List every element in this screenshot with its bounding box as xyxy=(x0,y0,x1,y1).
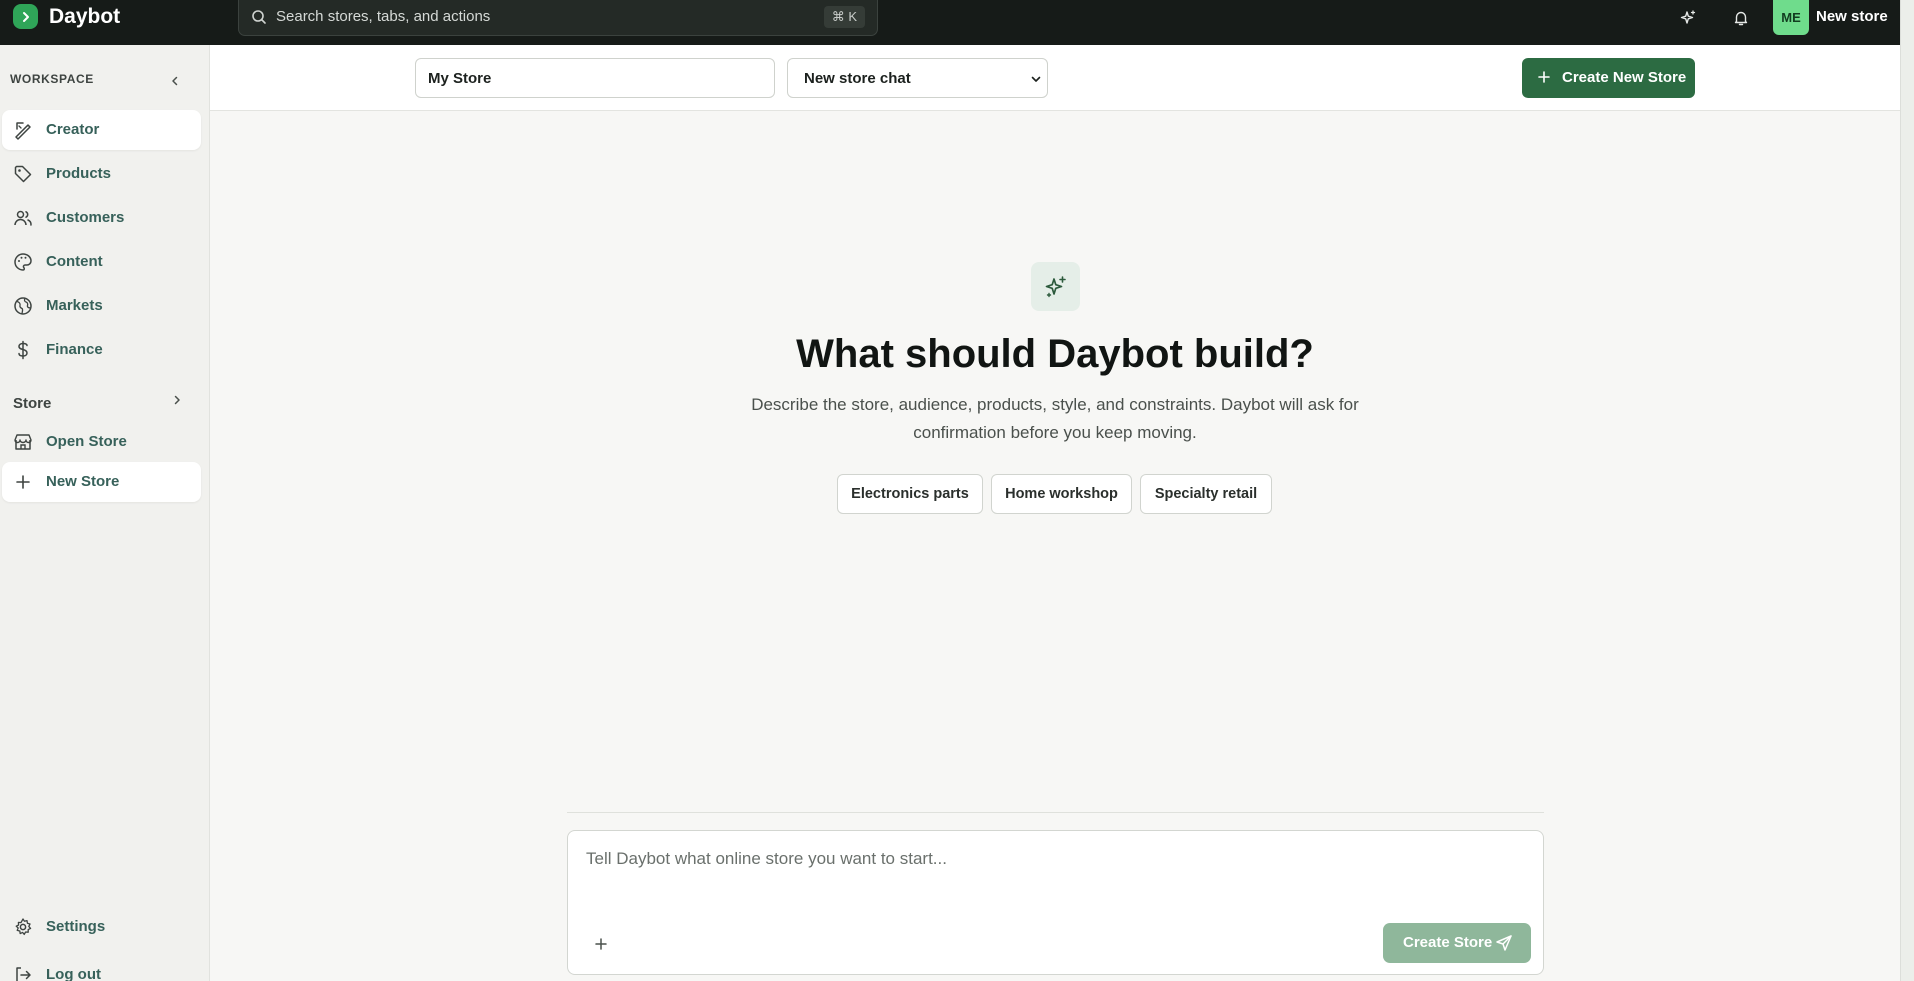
sidebar-item-label: Creator xyxy=(46,121,100,138)
composer-divider xyxy=(567,812,1544,813)
create-new-store-button[interactable]: Create New Store xyxy=(1522,58,1695,98)
sidebar-item-label: Markets xyxy=(46,297,103,314)
sidebar-item-open-store[interactable]: Open Store xyxy=(2,422,201,462)
brand-name: Daybot xyxy=(49,5,121,28)
sidebar-item-label: Log out xyxy=(46,966,101,981)
storefront-icon xyxy=(13,432,33,452)
top-bar: Daybot Search stores, tabs, and actions … xyxy=(0,0,1900,45)
sidebar-item-label: Customers xyxy=(46,209,125,226)
chat-select[interactable]: New store chat xyxy=(787,58,1048,98)
search-shortcut: ⌘ K xyxy=(823,6,865,28)
sidebar-item-label: Open Store xyxy=(46,433,127,450)
chat-select-value: New store chat xyxy=(804,70,911,87)
plus-icon xyxy=(13,472,33,492)
attach-plus-icon[interactable] xyxy=(592,935,610,953)
sidebar-item-label: Content xyxy=(46,253,103,270)
create-new-store-label: Create New Store xyxy=(1562,69,1687,86)
sidebar-item-logout[interactable]: Log out xyxy=(2,955,201,981)
pen-ruler-icon xyxy=(13,120,33,140)
sidebar: WORKSPACE Creator Products Customers Con… xyxy=(0,45,210,981)
search-placeholder: Search stores, tabs, and actions xyxy=(276,8,491,25)
tag-icon xyxy=(13,164,33,184)
search-bar[interactable]: Search stores, tabs, and actions ⌘ K xyxy=(238,0,878,36)
bell-icon[interactable] xyxy=(1730,7,1752,29)
page-subtitle: Describe the store, audience, products, … xyxy=(751,395,1359,442)
create-store-label: Create Store xyxy=(1403,934,1493,951)
sidebar-item-label: Products xyxy=(46,165,112,182)
logo-icon[interactable] xyxy=(13,4,38,29)
sidebar-item-creator[interactable]: Creator xyxy=(2,110,201,150)
palette-icon xyxy=(13,252,33,272)
plus-icon xyxy=(1537,70,1551,84)
workspace-label: WORKSPACE xyxy=(10,72,94,86)
collapse-sidebar-icon[interactable] xyxy=(165,71,185,91)
suggestion-chip-home-workshop[interactable]: Home workshop xyxy=(991,474,1132,514)
avatar[interactable]: ME xyxy=(1773,0,1809,35)
logout-icon xyxy=(13,965,33,981)
sidebar-item-label: New Store xyxy=(46,473,120,490)
current-store-name[interactable]: New store xyxy=(1816,8,1888,25)
store-section-label[interactable]: Store xyxy=(13,395,51,412)
send-icon xyxy=(1495,934,1513,952)
globe-icon xyxy=(13,296,33,316)
sidebar-item-new-store[interactable]: New Store xyxy=(2,462,201,502)
chevron-right-icon[interactable] xyxy=(171,394,183,406)
chevron-down-icon xyxy=(1029,72,1043,86)
sidebar-item-label: Settings xyxy=(46,918,106,935)
create-store-send-button[interactable]: Create Store xyxy=(1383,923,1531,963)
sidebar-item-markets[interactable]: Markets xyxy=(2,286,201,326)
sidebar-item-settings[interactable]: Settings xyxy=(2,907,201,947)
suggestion-chip-specialty-retail[interactable]: Specialty retail xyxy=(1140,474,1272,514)
chat-composer: Create Store xyxy=(567,830,1544,975)
sidebar-item-content[interactable]: Content xyxy=(2,242,201,282)
scrollbar[interactable] xyxy=(1900,0,1914,981)
gear-icon xyxy=(13,917,33,937)
suggestion-chip-electronics-parts[interactable]: Electronics parts xyxy=(837,474,983,514)
sparkle-icon xyxy=(1031,262,1080,311)
store-name-input[interactable] xyxy=(415,58,775,98)
users-icon xyxy=(13,208,33,228)
page-title: What should Daybot build? xyxy=(796,332,1314,376)
search-icon xyxy=(251,9,267,25)
prompt-input[interactable] xyxy=(586,849,1516,909)
sidebar-item-products[interactable]: Products xyxy=(2,154,201,194)
sidebar-item-customers[interactable]: Customers xyxy=(2,198,201,238)
sparkle-action-icon[interactable] xyxy=(1677,7,1699,29)
